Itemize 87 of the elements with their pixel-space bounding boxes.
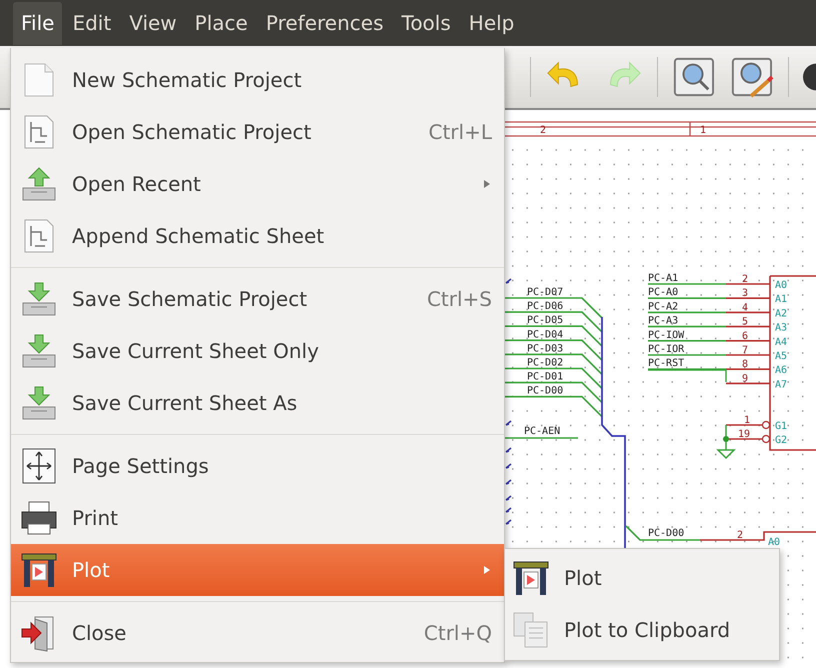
menu-title[interactable]: Edit: [64, 2, 120, 45]
menu-item-label: Plot: [564, 566, 602, 590]
menu-item-label: Page Settings: [72, 454, 209, 478]
zoom-pencil-icon: [730, 55, 774, 100]
menu-item-label: New Schematic Project: [72, 68, 302, 92]
menu-item[interactable]: Plot: [505, 552, 779, 604]
menu-title[interactable]: Preferences: [258, 2, 392, 45]
net-label: PC-D01: [527, 372, 564, 383]
net-label: PC-A2: [648, 301, 678, 312]
menu-item[interactable]: Print: [11, 492, 504, 544]
shortcut-text: Ctrl+L: [428, 120, 492, 144]
net-label: PC-D06: [527, 301, 564, 312]
menu-item[interactable]: Page Settings: [11, 440, 504, 492]
menu-item[interactable]: Plot to Clipboard: [505, 604, 779, 656]
menu-title[interactable]: Help: [460, 2, 522, 45]
pin-number: 3: [742, 288, 748, 300]
net-label: PC-AEN: [524, 426, 560, 437]
pin-line: [726, 382, 770, 384]
pin-line: [726, 438, 762, 440]
pin-name: A1: [775, 294, 788, 306]
net-label: PC-D00: [648, 528, 684, 539]
pin-line: [726, 424, 762, 426]
menu-title[interactable]: Place: [186, 2, 256, 45]
pin-number: 2: [742, 274, 748, 285]
pin-line: [726, 312, 770, 314]
pin-number: 8: [742, 359, 748, 370]
menu-item[interactable]: Save Current Sheet Only: [11, 325, 504, 377]
pin-name: A4: [775, 336, 788, 348]
net-label: PC-D07: [527, 287, 564, 298]
shortcut-text: Ctrl+Q: [424, 621, 492, 645]
menu-item[interactable]: Close Ctrl+Q: [11, 607, 504, 659]
pin-number: 6: [742, 330, 748, 342]
menu-title[interactable]: Tools: [394, 2, 459, 45]
pin-name: A7: [775, 379, 788, 390]
pin-name: A3: [775, 322, 788, 334]
net-label: PC-D00: [527, 386, 564, 397]
pin-name: A6: [775, 365, 788, 376]
pin-name: A5: [775, 351, 788, 362]
menu-item-label: Append Schematic Sheet: [72, 224, 324, 248]
pin-number: 9: [742, 373, 748, 384]
ground-symbol: [717, 424, 736, 459]
pin-number: 2: [737, 530, 744, 541]
pin-line: [726, 354, 770, 356]
pin-number: 7: [742, 345, 748, 356]
net-label: PC-IOW: [648, 330, 684, 341]
pin-name: A0: [775, 280, 788, 291]
pin-name: G1: [775, 421, 788, 432]
menu-item-label: Print: [72, 506, 118, 530]
pin-line: [726, 326, 770, 328]
menu-item[interactable]: Append Schematic Sheet: [11, 210, 504, 262]
net-label: PC-RST: [648, 358, 684, 370]
pin-line: [726, 283, 770, 285]
net-label: PC-A0: [648, 287, 678, 298]
net-label: PC-A1: [648, 273, 678, 284]
menu-item-label: Save Current Sheet Only: [72, 339, 319, 363]
net-label: PC-D03: [527, 343, 564, 354]
menu-item[interactable]: Save Current Sheet As: [11, 377, 504, 429]
pin-number: 4: [742, 302, 748, 314]
net-label: PC-D04: [527, 329, 564, 340]
menu-title[interactable]: File: [13, 2, 62, 45]
pin-line: [726, 340, 770, 342]
frame-mark: 1: [700, 125, 706, 136]
pin-name: A2: [775, 308, 788, 320]
net-label: PC-D05: [527, 315, 564, 326]
menu-item-label: Plot: [72, 558, 110, 582]
menu-title[interactable]: View: [121, 2, 185, 45]
menu-item[interactable]: Open Schematic Project Ctrl+L: [11, 106, 504, 158]
net-label: PC-D02: [527, 358, 564, 368]
menu-item-label: Save Schematic Project: [72, 287, 308, 311]
pin-name: A0: [768, 537, 780, 548]
menu-item-label: Plot to Clipboard: [564, 618, 730, 642]
pin-name: G2: [775, 435, 788, 446]
menu-item-label: Save Current Sheet As: [72, 391, 298, 415]
menu-item[interactable]: Open Recent: [11, 158, 504, 210]
pin-line: [726, 297, 770, 299]
shortcut-text: Ctrl+S: [426, 287, 492, 311]
menu-item[interactable]: Save Schematic Project Ctrl+S: [11, 273, 504, 325]
net-label: PC-IOR: [648, 344, 684, 355]
net-label: PC-A3: [648, 316, 678, 327]
pin-number: 5: [742, 316, 748, 328]
pin-number: 19: [738, 429, 750, 440]
pin-line: [726, 368, 770, 370]
pin-number: 1: [744, 415, 750, 426]
menu-item-label: Open Recent: [72, 172, 201, 196]
frame-mark: 2: [540, 125, 546, 136]
menu-item-label: Close: [72, 621, 126, 645]
menu-item-label: Open Schematic Project: [72, 120, 312, 144]
